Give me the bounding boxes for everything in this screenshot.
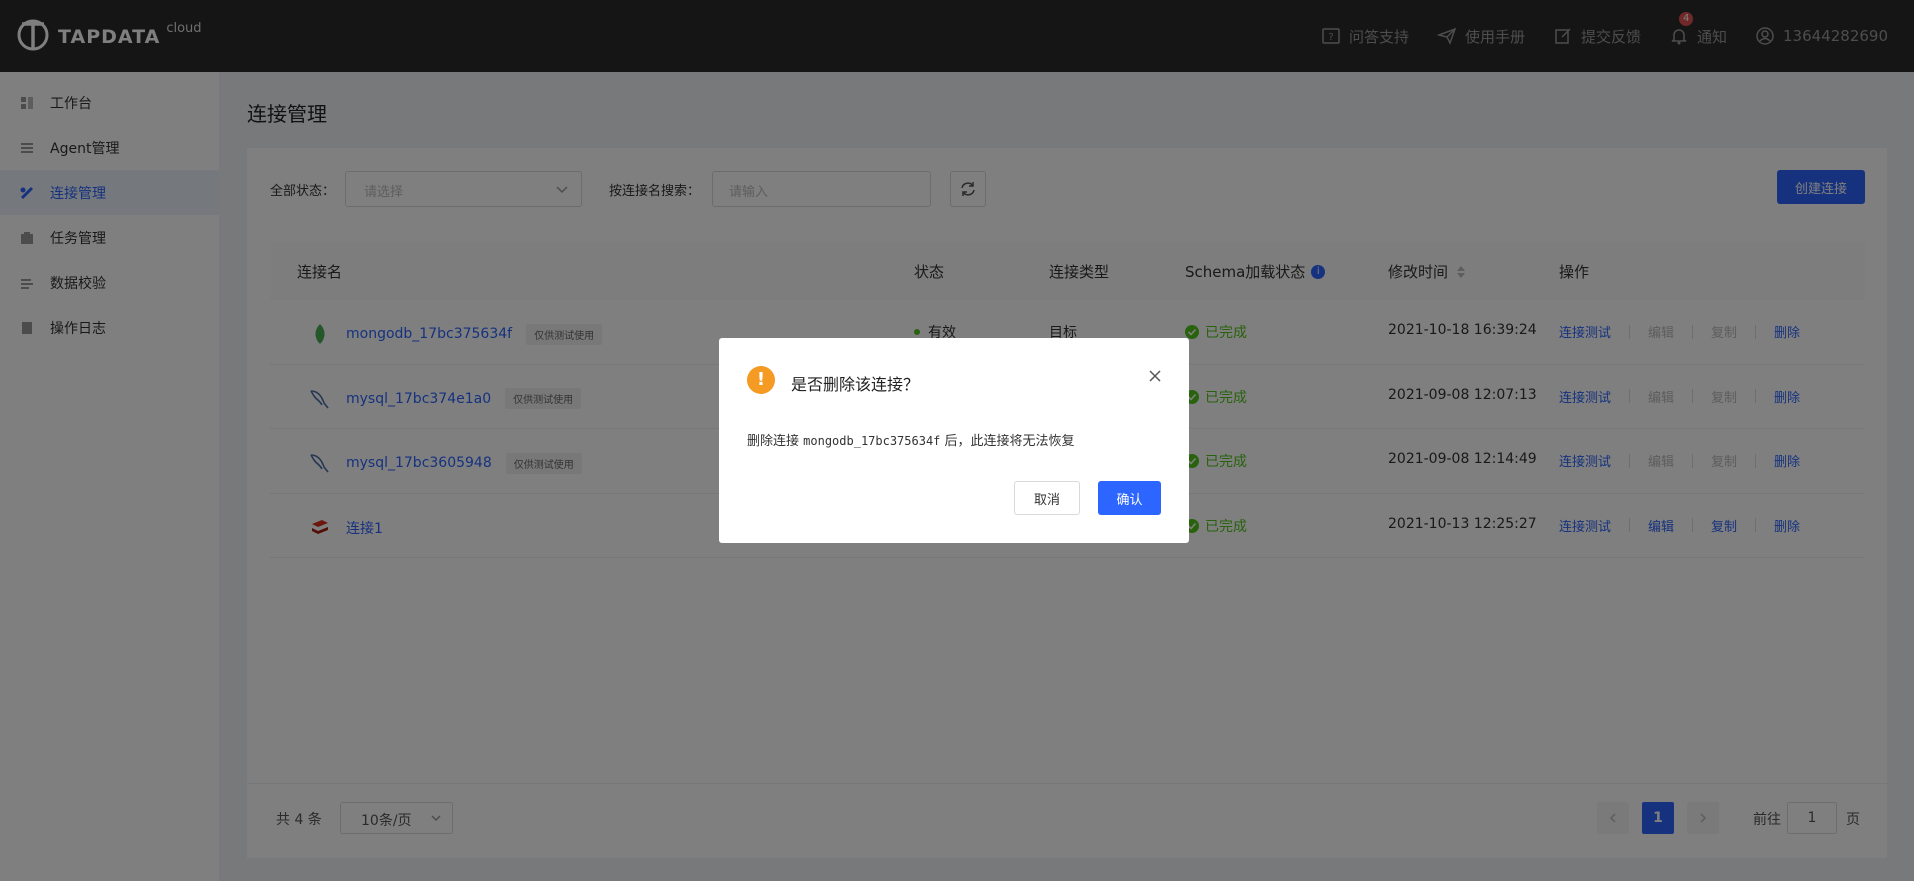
dialog-message-connection-name: mongodb_17bc375634f: [803, 434, 941, 448]
close-icon[interactable]: [1147, 368, 1163, 384]
dialog-message-suffix: 后，此连接将无法恢复: [940, 434, 1075, 449]
warning-icon: !: [747, 366, 775, 394]
dialog-title: 是否删除该连接？: [791, 375, 920, 394]
cancel-button[interactable]: 取消: [1014, 481, 1080, 515]
delete-confirm-dialog: ! 是否删除该连接？ 删除连接 mongodb_17bc375634f 后，此连…: [719, 338, 1189, 543]
confirm-button[interactable]: 确认: [1098, 481, 1161, 515]
dialog-message-prefix: 删除连接: [747, 434, 804, 449]
dialog-message: 删除连接 mongodb_17bc375634f 后，此连接将无法恢复: [747, 430, 1075, 449]
